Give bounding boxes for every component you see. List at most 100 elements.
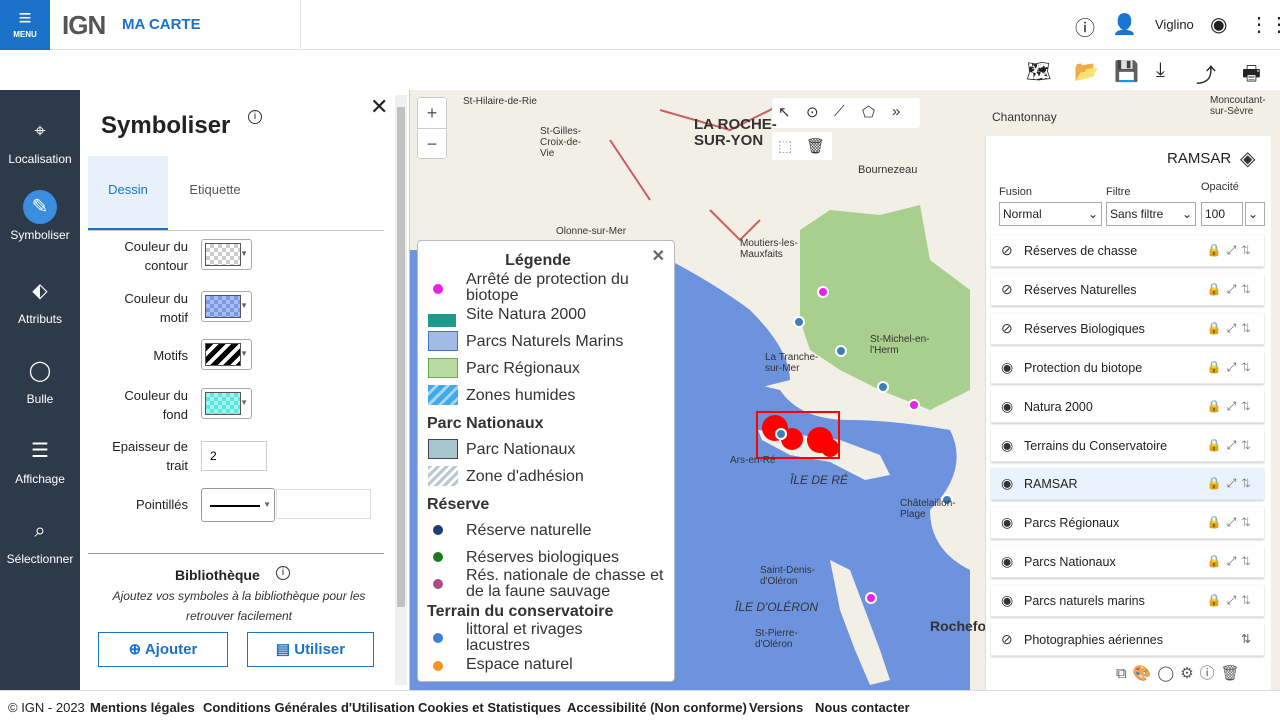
- biotope-marker[interactable]: [865, 592, 877, 604]
- eye-icon[interactable]: ◉: [1001, 514, 1013, 531]
- fusion-select[interactable]: Normal ⌄: [999, 202, 1102, 226]
- layer-item[interactable]: ◉ Protection du biotope 🔒⤢⇅: [991, 352, 1264, 384]
- eye-icon[interactable]: ◉: [1001, 437, 1013, 454]
- footer-link[interactable]: Accessibilité (Non conforme): [567, 700, 747, 715]
- layer-item[interactable]: ⊘ Réserves de chasse 🔒⤢⇅: [991, 235, 1264, 267]
- pattern-picker[interactable]: ▼: [201, 339, 252, 370]
- layer-controls-icon[interactable]: 🔒⤢⇅: [1207, 360, 1256, 375]
- layer-item[interactable]: ◉ Natura 2000 🔒⤢⇅: [991, 391, 1264, 423]
- eye-off-icon[interactable]: ⊘: [1001, 320, 1013, 337]
- line-tool-icon[interactable]: ⟋: [834, 103, 845, 120]
- footer-link[interactable]: Conditions Générales d'Utilisation: [203, 700, 415, 715]
- eye-icon[interactable]: ◉: [1001, 592, 1013, 609]
- conservatoire-marker[interactable]: [793, 316, 805, 328]
- help-icon[interactable]: ⓘ: [1075, 12, 1095, 41]
- footer-link[interactable]: Mentions légales: [90, 700, 195, 715]
- eye-icon[interactable]: ◉: [1001, 475, 1013, 492]
- opacity-dropdown[interactable]: ⌄: [1245, 202, 1265, 226]
- layer-item[interactable]: ◉ Parcs Nationaux 🔒⤢⇅: [991, 546, 1264, 578]
- stack-icon[interactable]: ⧉: [1116, 665, 1133, 682]
- eye-off-icon[interactable]: ⊘: [1001, 631, 1013, 648]
- fond-color-picker[interactable]: ▼: [201, 388, 252, 419]
- print-icon[interactable]: 🖶: [1242, 59, 1261, 93]
- panel-scrollbar[interactable]: [395, 95, 407, 685]
- point-tool-icon[interactable]: ⊙: [806, 103, 819, 121]
- zoom-out-button[interactable]: −: [418, 128, 446, 158]
- info-icon[interactable]: i: [276, 566, 290, 580]
- palette-icon[interactable]: 🎨: [1133, 665, 1158, 682]
- zoom-in-button[interactable]: +: [418, 98, 446, 128]
- nav-localisation[interactable]: ⌖ Localisation: [0, 114, 80, 166]
- close-icon[interactable]: ✕: [370, 94, 388, 120]
- dash-style-select[interactable]: ▼: [201, 488, 275, 522]
- bubble-icon[interactable]: ◯: [1157, 665, 1180, 682]
- eye-icon[interactable]: ◉: [1001, 398, 1013, 415]
- open-folder-icon[interactable]: 📂: [1074, 59, 1099, 84]
- map-book-icon[interactable]: 🗺: [1026, 59, 1051, 84]
- save-icon[interactable]: 💾: [1114, 59, 1139, 84]
- settings-icon[interactable]: ⚙: [1180, 665, 1199, 682]
- dash-pattern-input[interactable]: [276, 489, 371, 519]
- info-icon[interactable]: ⓘ: [1200, 665, 1221, 682]
- share-icon[interactable]: ⤴: [1196, 59, 1216, 88]
- footer-link[interactable]: Cookies et Statistiques: [418, 700, 561, 715]
- use-symbol-button[interactable]: ▤ Utiliser: [247, 632, 374, 667]
- layer-item[interactable]: ⊘ Photographies aériennes ⇅: [991, 624, 1264, 656]
- footer-link[interactable]: Nous contacter: [815, 700, 910, 715]
- filtre-select[interactable]: Sans filtre ⌄: [1106, 202, 1196, 226]
- more-chevron-icon[interactable]: »: [892, 103, 900, 120]
- biotope-marker[interactable]: [908, 399, 920, 411]
- tab-dessin[interactable]: Dessin: [88, 156, 168, 230]
- layer-controls-icon[interactable]: 🔒⤢⇅: [1207, 321, 1256, 336]
- menu-button[interactable]: ≡ MENU: [0, 0, 50, 50]
- layer-controls-icon[interactable]: 🔒⤢⇅: [1207, 554, 1256, 569]
- conservatoire-marker[interactable]: [835, 345, 847, 357]
- nav-selectionner[interactable]: ⌕ Sélectionner: [0, 514, 80, 566]
- layer-item[interactable]: ◉ Terrains du Conservatoire 🔒⤢⇅: [991, 430, 1264, 462]
- layer-controls-icon[interactable]: 🔒⤢⇅: [1207, 593, 1256, 608]
- layer-controls-icon[interactable]: 🔒⤢⇅: [1207, 282, 1256, 297]
- layer-controls-icon[interactable]: 🔒⤢⇅: [1207, 243, 1256, 258]
- eye-off-icon[interactable]: ⊘: [1001, 281, 1013, 298]
- info-icon[interactable]: i: [248, 110, 262, 124]
- download-icon[interactable]: ⤓: [1156, 59, 1165, 82]
- user-name[interactable]: Viglino: [1155, 17, 1194, 32]
- map-view[interactable]: + − ↖ ⊙ ⟋ ⬠ » ⬚ 🗑 LA ROCHE-SUR-YON ÎLE D…: [410, 90, 1280, 690]
- biotope-marker[interactable]: [817, 286, 829, 298]
- contour-color-picker[interactable]: ▼: [201, 239, 252, 270]
- ramsar-marker[interactable]: [775, 428, 787, 440]
- eye-icon[interactable]: ◉: [1001, 553, 1013, 570]
- layer-item[interactable]: ◉ Parcs naturels marins 🔒⤢⇅: [991, 585, 1264, 617]
- layer-controls-icon[interactable]: ⇅: [1241, 632, 1256, 646]
- layers-icon[interactable]: ◈: [1240, 146, 1255, 171]
- layer-controls-icon[interactable]: 🔒⤢⇅: [1207, 476, 1256, 491]
- layer-item[interactable]: ⊘ Réserves Biologiques 🔒⤢⇅: [991, 313, 1264, 345]
- apps-grid-icon[interactable]: ⋮⋮: [1249, 12, 1280, 37]
- add-symbol-button[interactable]: ⊕ Ajouter: [98, 632, 228, 667]
- user-icon[interactable]: 👤: [1112, 12, 1137, 37]
- opacity-input[interactable]: 100: [1201, 202, 1243, 226]
- nav-symboliser[interactable]: ✎ Symboliser: [0, 190, 80, 242]
- motif-color-picker[interactable]: ▼: [201, 291, 252, 322]
- footer-link[interactable]: Versions: [749, 700, 803, 715]
- tab-etiquette[interactable]: Etiquette: [172, 156, 258, 230]
- line-width-input[interactable]: [201, 441, 267, 471]
- layer-item-selected[interactable]: ◉ RAMSAR 🔒⤢⇅: [991, 468, 1264, 500]
- nav-attributs[interactable]: ⬖ Attributs: [0, 274, 80, 326]
- layer-item[interactable]: ⊘ Réserves Naturelles 🔒⤢⇅: [991, 274, 1264, 306]
- scrollbar-thumb[interactable]: [397, 107, 405, 607]
- nav-affichage[interactable]: ☰ Affichage: [0, 434, 80, 486]
- close-icon[interactable]: ✕: [652, 246, 665, 266]
- layer-controls-icon[interactable]: 🔒⤢⇅: [1207, 515, 1256, 530]
- conservatoire-marker[interactable]: [877, 381, 889, 393]
- eye-icon[interactable]: ◉: [1001, 359, 1013, 376]
- trash-icon[interactable]: 🗑: [1221, 665, 1246, 682]
- layer-item[interactable]: ◉ Parcs Régionaux 🔒⤢⇅: [991, 507, 1264, 539]
- nav-bulle[interactable]: ◯ Bulle: [0, 354, 80, 406]
- hide-eye-icon[interactable]: ◉: [1210, 12, 1227, 37]
- polygon-tool-icon[interactable]: ⬠: [862, 103, 875, 121]
- layer-controls-icon[interactable]: 🔒⤢⇅: [1207, 438, 1256, 453]
- eye-off-icon[interactable]: ⊘: [1001, 242, 1013, 259]
- trash-icon[interactable]: 🗑: [806, 137, 825, 155]
- layer-controls-icon[interactable]: 🔒⤢⇅: [1207, 399, 1256, 414]
